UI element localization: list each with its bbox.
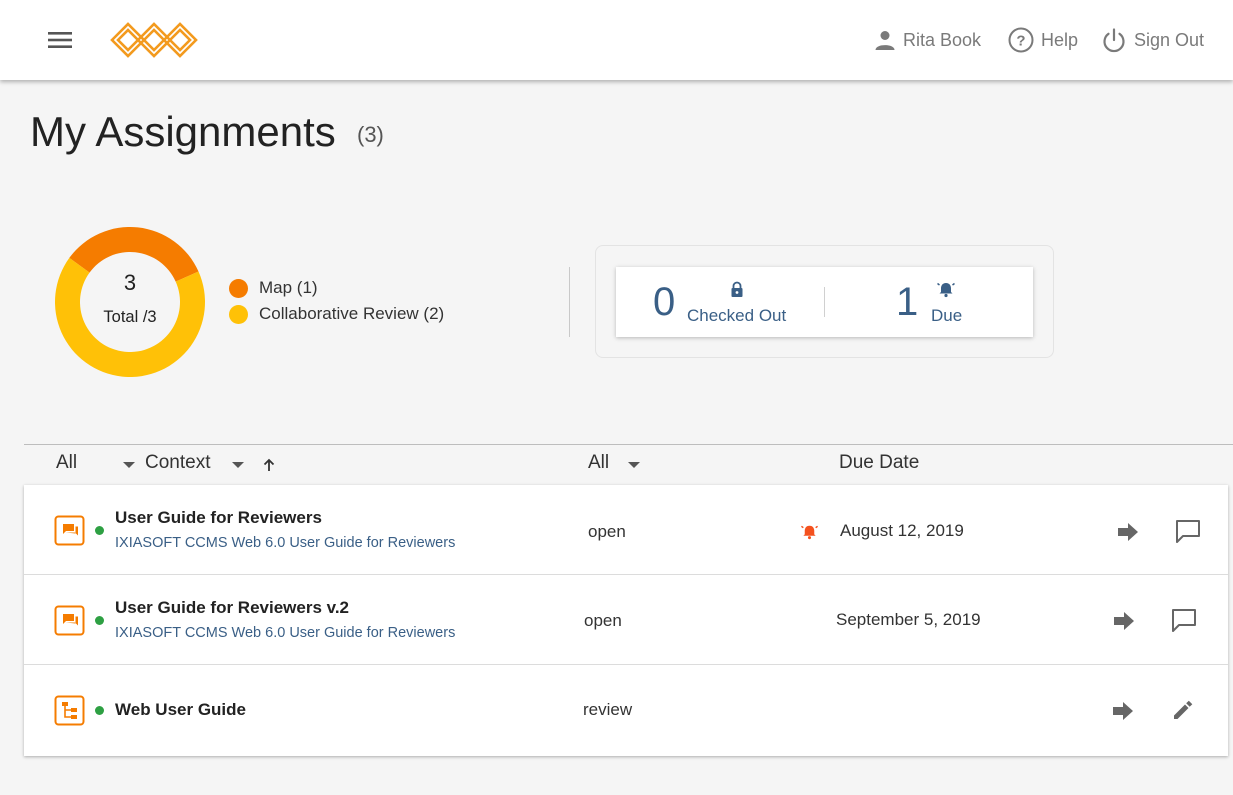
legend-label-collaborative-review: Collaborative Review (2) xyxy=(259,304,445,323)
row-title[interactable]: User Guide for Reviewers xyxy=(115,508,322,528)
sign-out-link[interactable]: Sign Out xyxy=(1100,26,1204,54)
row-title[interactable]: Web User Guide xyxy=(115,700,246,720)
svg-text:?: ? xyxy=(1016,33,1025,50)
legend-item-collaborative-review: Collaborative Review (2) xyxy=(229,301,444,327)
row-status: review xyxy=(583,700,633,719)
row-due-date: September 5, 2019 xyxy=(836,610,981,629)
chart-legend: Map (1) Collaborative Review (2) xyxy=(229,275,444,327)
donut-total: 3 xyxy=(124,270,136,295)
type-filter-label[interactable]: All xyxy=(56,452,77,474)
due-count[interactable]: 1 xyxy=(896,280,918,325)
arrow-right-icon[interactable] xyxy=(1116,521,1140,543)
help-link[interactable]: ? Help xyxy=(1007,26,1078,54)
divider xyxy=(569,267,570,337)
row-due-date: August 12, 2019 xyxy=(840,521,964,540)
assignment-count: (3) xyxy=(357,122,384,147)
lock-icon xyxy=(731,281,743,297)
status-dot xyxy=(95,616,104,625)
table-top-rule xyxy=(24,444,1233,445)
status-filter-label[interactable]: All xyxy=(588,452,609,474)
table-row[interactable]: User Guide for Reviewers v.2 IXIASOFT CC… xyxy=(24,575,1228,665)
checked-out-label[interactable]: Checked Out xyxy=(687,306,786,326)
logo[interactable] xyxy=(108,19,200,61)
legend-swatch-map xyxy=(229,278,248,298)
comment-icon[interactable] xyxy=(1174,518,1202,544)
assignments-list: User Guide for Reviewers IXIASOFT CCMS W… xyxy=(24,485,1228,756)
power-icon xyxy=(1103,28,1125,53)
stats-divider xyxy=(824,287,825,317)
arrow-right-icon[interactable] xyxy=(1111,700,1135,722)
review-icon xyxy=(54,605,85,636)
due-label[interactable]: Due xyxy=(931,306,962,326)
checked-out-count[interactable]: 0 xyxy=(653,280,675,325)
row-context-link[interactable]: IXIASOFT CCMS Web 6.0 User Guide for Rev… xyxy=(115,535,455,551)
due-date-column-header[interactable]: Due Date xyxy=(839,452,919,474)
user-name: Rita Book xyxy=(903,29,982,50)
sign-out-label: Sign Out xyxy=(1134,29,1205,50)
help-label: Help xyxy=(1041,29,1079,50)
row-context-link[interactable]: IXIASOFT CCMS Web 6.0 User Guide for Rev… xyxy=(115,625,455,641)
context-column-header[interactable]: Context xyxy=(145,452,210,474)
help-icon: ? xyxy=(1008,27,1034,53)
table-row[interactable]: Web User Guide review xyxy=(24,665,1228,755)
status-dot xyxy=(95,706,104,715)
sort-ascending-icon[interactable] xyxy=(262,458,276,472)
legend-swatch-collaborative-review xyxy=(229,304,248,324)
legend-label-map: Map (1) xyxy=(259,278,318,297)
user-icon xyxy=(875,31,895,50)
table-row[interactable]: User Guide for Reviewers IXIASOFT CCMS W… xyxy=(24,485,1228,575)
arrow-right-icon[interactable] xyxy=(1112,610,1136,632)
page-title: My Assignments xyxy=(30,108,336,155)
map-icon xyxy=(54,695,85,726)
legend-item-map: Map (1) xyxy=(229,275,444,301)
user-menu[interactable]: Rita Book xyxy=(873,26,981,54)
row-title[interactable]: User Guide for Reviewers v.2 xyxy=(115,598,349,618)
assignments-donut-chart: 3 Total /3 xyxy=(55,227,205,377)
donut-total-label: Total /3 xyxy=(103,308,156,326)
hamburger-menu-icon[interactable] xyxy=(46,26,74,54)
comment-icon[interactable] xyxy=(1170,607,1198,633)
alarm-icon xyxy=(937,282,955,298)
overdue-alarm-icon xyxy=(800,525,819,540)
row-status: open xyxy=(584,611,622,630)
pencil-icon[interactable] xyxy=(1171,698,1195,722)
type-filter-caret-icon[interactable] xyxy=(123,462,135,468)
row-status: open xyxy=(588,522,626,541)
context-filter-caret-icon[interactable] xyxy=(232,462,244,468)
status-dot xyxy=(95,526,104,535)
top-bar: Rita Book ? Help Sign Out xyxy=(0,0,1233,80)
review-icon xyxy=(54,515,85,546)
status-filter-caret-icon[interactable] xyxy=(628,462,640,468)
